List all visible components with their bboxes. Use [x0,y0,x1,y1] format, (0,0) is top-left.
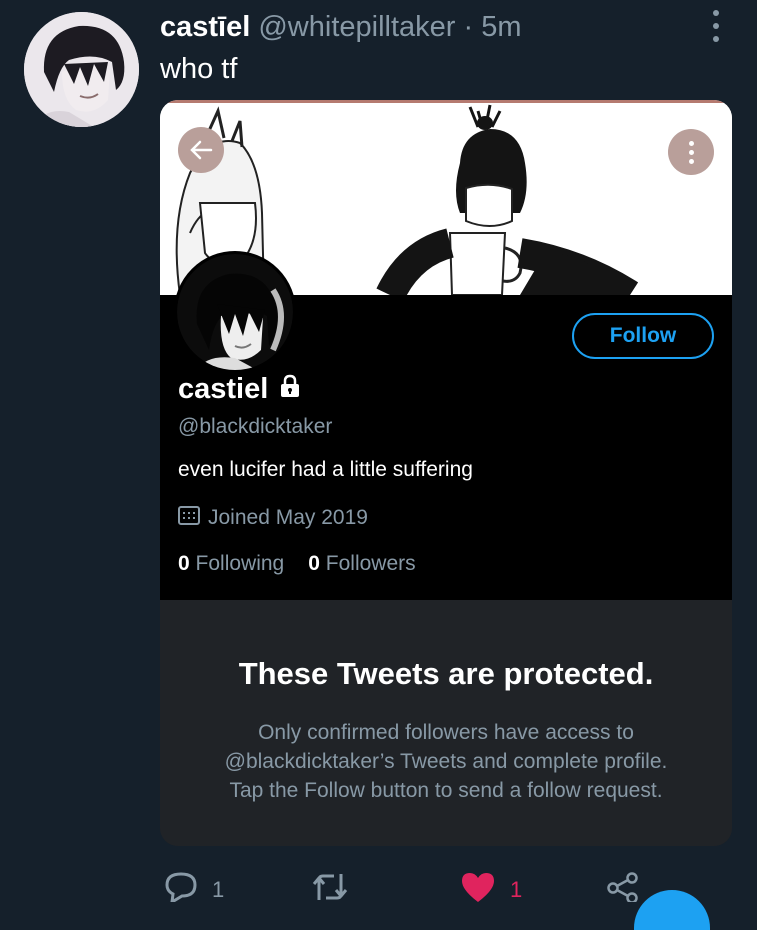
followers-label: Followers [325,552,416,575]
more-icon[interactable] [706,10,726,42]
share-button[interactable] [606,872,638,908]
protected-line-3: Tap the Follow button to send a follow r… [229,779,663,802]
tweet-action-bar: 1 1 [0,866,757,905]
following-label: Following [195,552,285,575]
following-stat[interactable]: 0 Following [178,552,284,576]
profile-screenshot-card[interactable]: Follow castiel @blackdicktaker even luci… [160,100,732,846]
protected-message: Only confirmed followers have access to … [190,718,702,805]
joined-date: Joined May 2019 [178,505,368,531]
profile-name-row: castiel [178,371,302,407]
protected-line-1: Only confirmed followers have access to [258,721,634,744]
reply-button[interactable]: 1 [164,872,224,908]
tweet-time[interactable]: 5m [481,11,521,43]
follow-button[interactable]: Follow [572,313,714,359]
profile-section: Follow castiel @blackdicktaker even luci… [160,251,732,600]
reply-icon [164,872,198,908]
share-icon [606,872,638,908]
retweet-button[interactable] [310,872,350,908]
protected-title: These Tweets are protected. [238,656,654,691]
retweet-icon [310,872,350,908]
tweet-text: who tf [160,53,238,85]
followers-stat[interactable]: 0 Followers [308,552,415,576]
follow-stats: 0 Following 0 Followers [178,552,416,576]
profile-handle: @blackdicktaker [178,415,333,438]
profile-name: castiel [178,373,269,405]
back-arrow-icon[interactable] [178,127,224,173]
reply-count: 1 [212,877,225,902]
like-count: 1 [510,877,523,902]
followers-count: 0 [308,552,320,575]
like-button[interactable]: 1 [460,872,522,908]
calendar-icon [178,505,200,531]
tweet-header: castīel @whitepilltaker · 5m [160,10,522,44]
author-handle[interactable]: @whitepilltaker [258,11,455,43]
following-count: 0 [178,552,190,575]
header-separator: · [463,11,474,43]
author-name[interactable]: castīel [160,11,250,43]
profile-avatar[interactable] [174,251,296,373]
author-avatar[interactable] [24,12,139,127]
heart-icon [460,872,496,908]
lock-icon [278,371,302,407]
protected-notice: These Tweets are protected. Only confirm… [160,600,732,846]
kebab-icon[interactable] [668,129,714,175]
profile-bio: even lucifer had a little suffering [178,458,473,481]
protected-line-2: @blackdicktaker’s Tweets and complete pr… [224,750,668,773]
joined-text: Joined May 2019 [208,506,368,529]
